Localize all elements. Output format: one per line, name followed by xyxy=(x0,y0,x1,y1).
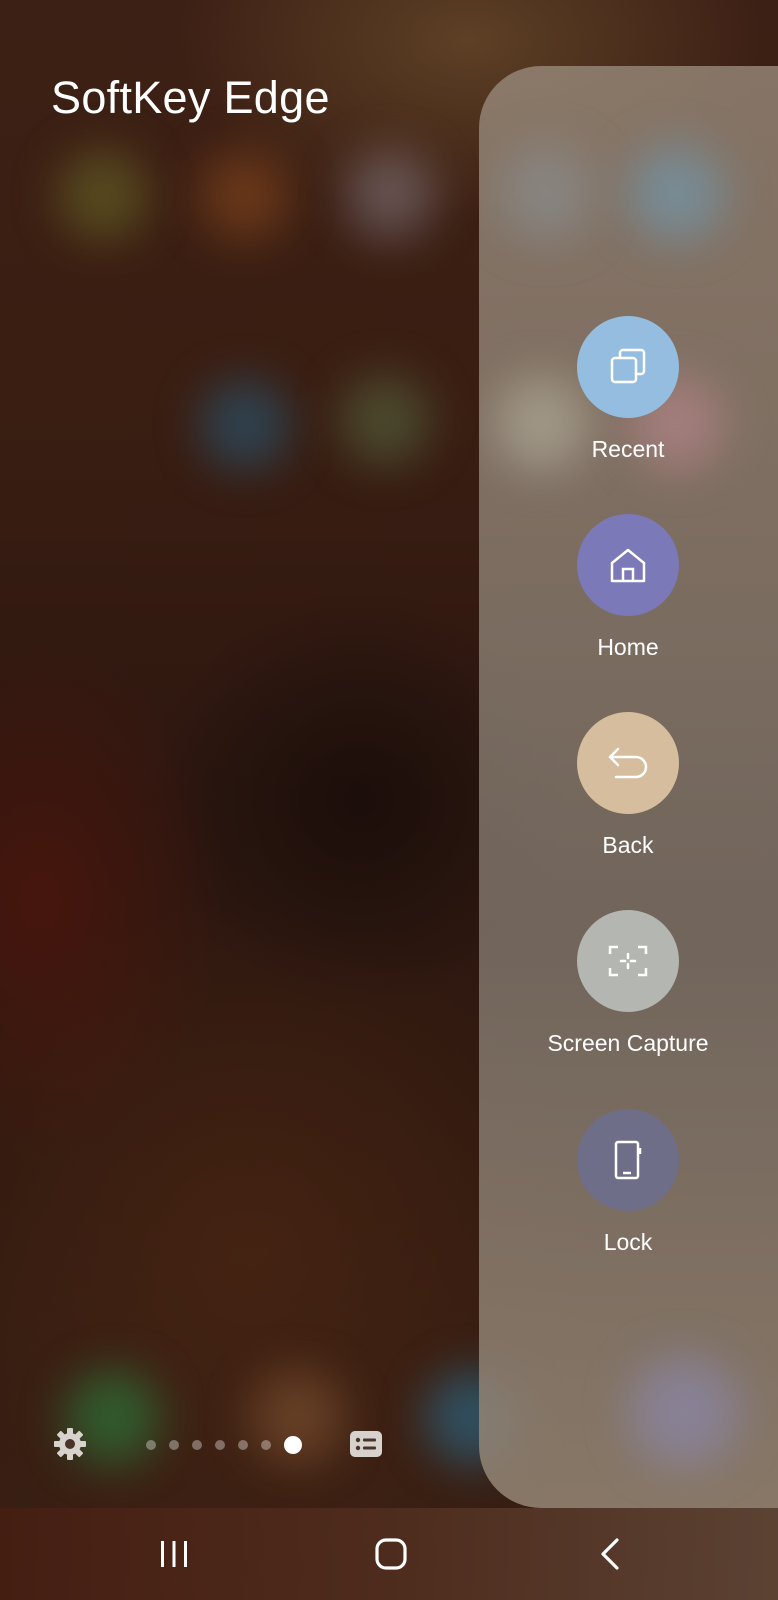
edit-panels-button[interactable] xyxy=(349,1430,383,1458)
home-button[interactable] xyxy=(577,514,679,616)
softkey-edge-panel: Recent Home Back Screen Capture Lock xyxy=(479,66,778,1508)
page-title: SoftKey Edge xyxy=(51,72,330,123)
phone-lock-icon xyxy=(614,1140,642,1180)
page-dot-active[interactable] xyxy=(284,1436,302,1454)
nav-recents-button[interactable] xyxy=(144,1528,204,1580)
lock-button[interactable] xyxy=(577,1109,679,1211)
gear-icon xyxy=(54,1428,86,1460)
navigation-bar xyxy=(0,1508,778,1600)
screen-capture-button[interactable] xyxy=(577,910,679,1012)
edge-settings-button[interactable] xyxy=(53,1427,87,1461)
nav-home-button[interactable] xyxy=(361,1528,421,1580)
page-dot[interactable] xyxy=(192,1440,202,1450)
softkey-label-back: Back xyxy=(602,832,654,858)
softkey-label-screen-capture: Screen Capture xyxy=(547,1030,709,1056)
softkey-label-home: Home xyxy=(597,634,659,660)
home-icon xyxy=(610,548,646,583)
softkey-label-lock: Lock xyxy=(603,1229,653,1255)
softkey-back[interactable]: Back xyxy=(479,712,777,859)
softkey-recent[interactable]: Recent xyxy=(479,316,777,463)
page-dot[interactable] xyxy=(238,1440,248,1450)
page-dot[interactable] xyxy=(261,1440,271,1450)
screen-capture-icon xyxy=(608,945,648,977)
home-nav-icon xyxy=(375,1538,407,1570)
screen: SoftKey Edge Recent Home Back Screen Cap… xyxy=(0,0,778,1600)
list-icon xyxy=(350,1431,382,1457)
softkey-label-recent: Recent xyxy=(591,436,665,462)
nav-back-button[interactable] xyxy=(580,1528,640,1580)
recents-nav-icon xyxy=(161,1541,187,1567)
recent-apps-icon xyxy=(610,348,646,384)
back-button[interactable] xyxy=(577,712,679,814)
back-nav-icon xyxy=(601,1538,619,1570)
back-arrow-icon xyxy=(608,747,648,779)
recent-button[interactable] xyxy=(577,316,679,418)
page-dot[interactable] xyxy=(169,1440,179,1450)
page-dot[interactable] xyxy=(146,1440,156,1450)
page-dot[interactable] xyxy=(215,1440,225,1450)
softkey-screen-capture[interactable]: Screen Capture xyxy=(479,910,777,1057)
softkey-lock[interactable]: Lock xyxy=(479,1109,777,1256)
softkey-home[interactable]: Home xyxy=(479,514,777,661)
page-indicator[interactable] xyxy=(146,1434,302,1456)
